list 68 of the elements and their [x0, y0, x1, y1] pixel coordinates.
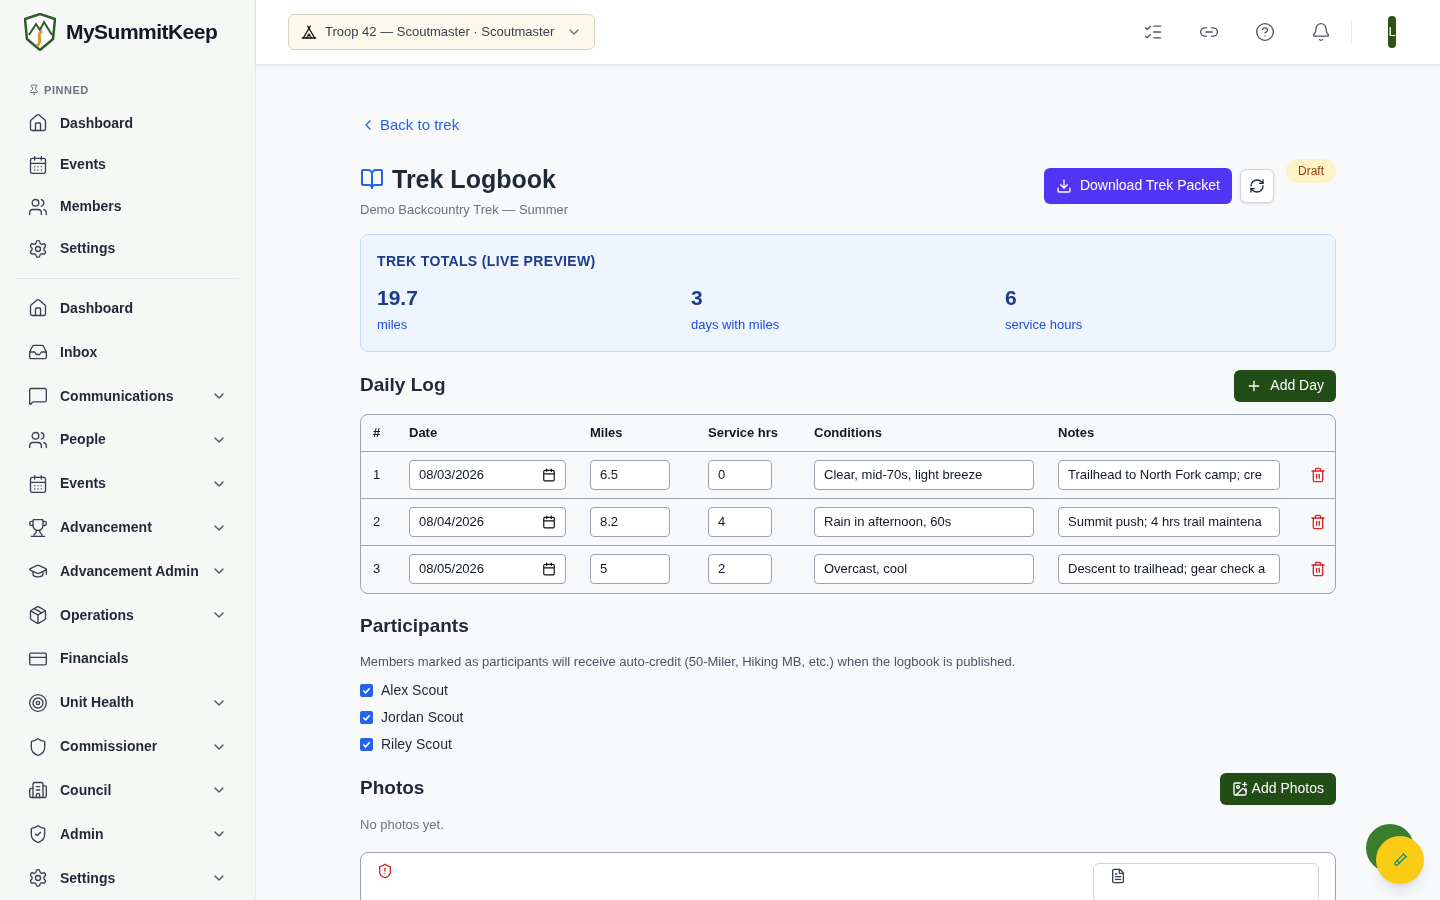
- participant-name: Jordan Scout: [381, 707, 464, 727]
- miles-field[interactable]: 8.2: [590, 506, 670, 537]
- conditions-field[interactable]: Rain in afternoon, 60s: [814, 506, 1034, 537]
- back-link[interactable]: Back to trek: [360, 114, 460, 137]
- sidebar-item[interactable]: Advancement Admin: [16, 549, 239, 594]
- sidebar-item[interactable]: Events: [16, 461, 239, 506]
- sidebar-item[interactable]: Dashboard: [16, 102, 239, 145]
- add-photos-button[interactable]: Add Photos: [1219, 772, 1336, 805]
- empty-photos-text: No photos yet.: [360, 815, 445, 834]
- stat-label: days with miles: [691, 316, 781, 334]
- miles-field[interactable]: 5: [590, 554, 670, 584]
- download-button[interactable]: Download Trek Packet: [1043, 167, 1232, 204]
- conditions-field[interactable]: Clear, mid-70s, light breeze: [814, 459, 1034, 490]
- stat-label: service hours: [1005, 316, 1084, 334]
- column-header: Service hrs: [708, 423, 780, 442]
- section-title: Photos: [360, 776, 426, 801]
- section-label: PINNED: [44, 82, 89, 98]
- participants-description: Members marked as participants will receive auto-credit (50-Miler, Hiking MB, etc.) when the logbook is published.: [360, 653, 1017, 671]
- column-header: #: [373, 423, 382, 442]
- sidebar-item[interactable]: Financials: [16, 637, 239, 681]
- column-header: Conditions: [814, 423, 883, 442]
- totals-title: TREK TOTALS (LIVE PREVIEW): [377, 251, 597, 271]
- sidebar-item[interactable]: Advancement: [16, 505, 239, 550]
- row-number: 2: [373, 512, 382, 531]
- row-number: 1: [373, 465, 382, 484]
- sidebar-item[interactable]: Dashboard: [16, 286, 239, 331]
- sidebar-item[interactable]: Inbox: [16, 330, 239, 375]
- notes-field[interactable]: Descent to trailhead; gear check a: [1058, 554, 1280, 584]
- date-field[interactable]: 08/03/2026: [409, 459, 566, 490]
- status-badge: Draft: [1286, 158, 1336, 183]
- user-avatar[interactable]: L: [1388, 16, 1396, 48]
- miles-field[interactable]: 6.5: [590, 459, 670, 490]
- column-header: Miles: [590, 423, 624, 442]
- unit-selector[interactable]: Troop 42 — Scoutmaster · Scoutmaster: [288, 14, 596, 50]
- brand-name: MySummitKeep: [66, 19, 218, 46]
- participant-name: Riley Scout: [381, 734, 452, 754]
- page-subtitle: Demo Backcountry Trek — Summer: [360, 201, 570, 219]
- sidebar-item[interactable]: Members: [16, 185, 239, 228]
- section-title: Participants: [360, 613, 470, 638]
- sidebar-item[interactable]: People: [16, 418, 239, 462]
- stat-label: miles: [377, 316, 409, 334]
- sidebar-item[interactable]: Communications: [16, 374, 239, 418]
- sidebar-item[interactable]: Events: [16, 144, 239, 186]
- page-title: Trek Logbook: [392, 163, 556, 195]
- date-field[interactable]: 08/04/2026: [409, 506, 566, 537]
- date-field[interactable]: 08/05/2026: [409, 554, 566, 584]
- sidebar-item[interactable]: Operations: [16, 593, 239, 638]
- sidebar-item[interactable]: Settings: [16, 227, 239, 270]
- service-hours-field[interactable]: 4: [708, 506, 772, 537]
- service-hours-field[interactable]: 2: [708, 554, 772, 584]
- conditions-field[interactable]: Overcast, cool: [814, 554, 1034, 584]
- sidebar-item[interactable]: Settings: [16, 856, 239, 900]
- column-header: Date: [409, 423, 439, 442]
- sidebar-item[interactable]: Council: [16, 768, 239, 813]
- column-header: Notes: [1058, 423, 1096, 442]
- sidebar-item[interactable]: Commissioner: [16, 724, 239, 769]
- stat-value: 3: [691, 284, 704, 311]
- section-title: Daily Log: [360, 373, 447, 398]
- stat-value: 19.7: [377, 284, 419, 311]
- stat-value: 6: [1005, 284, 1018, 311]
- sidebar-item[interactable]: Admin: [16, 812, 239, 857]
- notes-field[interactable]: Trailhead to North Fork camp; cre: [1058, 459, 1280, 490]
- row-number: 3: [373, 560, 382, 579]
- service-hours-field[interactable]: 0: [708, 459, 772, 490]
- add-day-button[interactable]: Add Day: [1234, 369, 1336, 402]
- sidebar-item[interactable]: Unit Health: [16, 680, 239, 725]
- participant-name: Alex Scout: [381, 680, 448, 700]
- notes-field[interactable]: Summit push; 4 hrs trail maintena: [1058, 506, 1280, 537]
